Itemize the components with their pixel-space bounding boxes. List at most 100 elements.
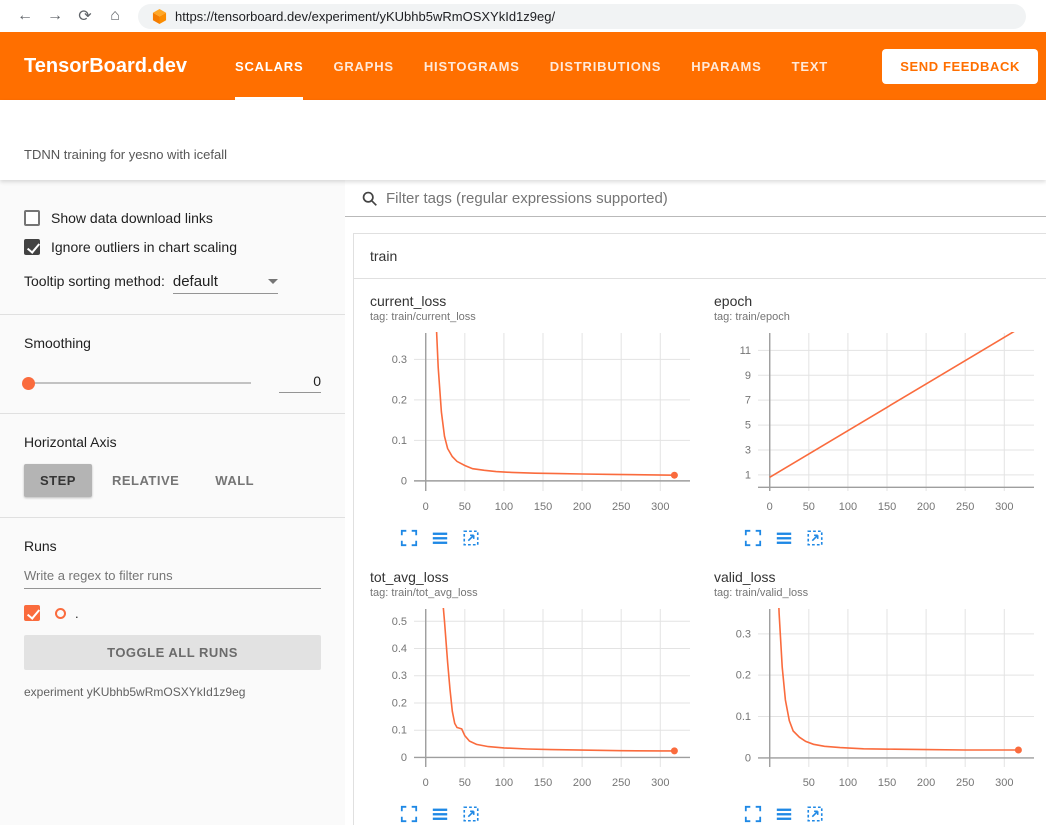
- svg-text:50: 50: [803, 777, 815, 789]
- reload-button[interactable]: ⟳: [70, 3, 100, 29]
- tab-text[interactable]: TEXT: [792, 32, 828, 100]
- tensorboard-favicon: [152, 9, 167, 24]
- chart-tag: tag: train/tot_avg_loss: [370, 587, 700, 599]
- toggle-all-runs-button[interactable]: TOGGLE ALL RUNS: [24, 635, 321, 670]
- run-name: .: [75, 606, 79, 621]
- forward-button[interactable]: →: [40, 3, 70, 29]
- experiment-description: TDNN training for yesno with icefall: [24, 147, 227, 162]
- svg-text:150: 150: [534, 777, 552, 789]
- back-icon: ←: [17, 7, 33, 25]
- forward-icon: →: [47, 7, 63, 25]
- divider: [0, 314, 345, 315]
- svg-text:3: 3: [745, 444, 751, 456]
- svg-text:0.3: 0.3: [392, 670, 407, 682]
- svg-text:0.2: 0.2: [736, 670, 751, 682]
- chart-plot[interactable]: 0501001502002503001357911: [714, 327, 1044, 527]
- home-button[interactable]: ⌂: [100, 3, 130, 29]
- show-download-links-checkbox-row[interactable]: Show data download links: [24, 210, 321, 226]
- svg-text:50: 50: [459, 777, 471, 789]
- tag-group-title[interactable]: train: [354, 234, 1046, 279]
- svg-text:11: 11: [740, 345, 751, 357]
- log-scale-icon[interactable]: [775, 805, 793, 823]
- ignore-outliers-label: Ignore outliers in chart scaling: [51, 239, 237, 255]
- svg-text:150: 150: [534, 501, 552, 513]
- tab-hparams[interactable]: HPARAMS: [691, 32, 761, 100]
- checkbox-unchecked-icon[interactable]: [24, 210, 40, 226]
- smoothing-label: Smoothing: [24, 335, 321, 351]
- svg-text:0: 0: [423, 501, 429, 513]
- log-scale-icon[interactable]: [431, 529, 449, 547]
- tag-filter-input[interactable]: [386, 190, 1030, 207]
- ignore-outliers-checkbox-row[interactable]: Ignore outliers in chart scaling: [24, 239, 321, 255]
- runs-label: Runs: [24, 538, 321, 554]
- svg-text:200: 200: [573, 777, 591, 789]
- tab-histograms[interactable]: HISTOGRAMS: [424, 32, 520, 100]
- tooltip-sorting-value: default: [173, 273, 260, 290]
- log-scale-icon[interactable]: [431, 805, 449, 823]
- tag-group-card: train current_loss tag: train/current_lo…: [353, 233, 1046, 825]
- fit-domain-icon[interactable]: [806, 805, 824, 823]
- chart-tag: tag: train/valid_loss: [714, 587, 1044, 599]
- chart-toolbar: [744, 805, 1044, 823]
- smoothing-slider[interactable]: [24, 382, 251, 384]
- chart-tag: tag: train/epoch: [714, 311, 1044, 323]
- smoothing-value[interactable]: 0: [279, 373, 321, 393]
- chart-toolbar: [400, 529, 700, 547]
- fit-domain-icon[interactable]: [806, 529, 824, 547]
- svg-text:0: 0: [401, 475, 407, 487]
- svg-text:50: 50: [459, 501, 471, 513]
- chart-toolbar: [400, 805, 700, 823]
- svg-text:250: 250: [956, 777, 974, 789]
- log-scale-icon[interactable]: [775, 529, 793, 547]
- svg-text:0.1: 0.1: [392, 725, 407, 737]
- chart-plot[interactable]: 5010015020025030000.10.20.3: [714, 603, 1044, 803]
- checkbox-checked-icon[interactable]: [24, 239, 40, 255]
- svg-text:300: 300: [995, 501, 1013, 513]
- tab-distributions[interactable]: DISTRIBUTIONS: [550, 32, 662, 100]
- chart-card-epoch: epoch tag: train/epoch 05010015020025030…: [714, 293, 1044, 547]
- send-feedback-button[interactable]: SEND FEEDBACK: [882, 49, 1038, 84]
- svg-text:7: 7: [745, 395, 751, 407]
- expand-chart-icon[interactable]: [744, 805, 762, 823]
- svg-text:0.1: 0.1: [736, 711, 751, 723]
- svg-text:0: 0: [767, 501, 773, 513]
- slider-thumb[interactable]: [22, 377, 35, 390]
- app-logo[interactable]: TensorBoard.dev: [24, 55, 187, 78]
- expand-chart-icon[interactable]: [744, 529, 762, 547]
- axis-wall-button[interactable]: WALL: [199, 464, 270, 497]
- run-list-item[interactable]: .: [24, 605, 321, 621]
- tab-scalars[interactable]: SCALARS: [235, 32, 303, 100]
- browser-toolbar: ← → ⟳ ⌂ https://tensorboard.dev/experime…: [0, 0, 1046, 32]
- chart-title: valid_loss: [714, 569, 1044, 585]
- chart-plot[interactable]: 05010015020025030000.10.20.3: [370, 327, 700, 527]
- run-checkbox-icon[interactable]: [24, 605, 40, 621]
- tab-graphs[interactable]: GRAPHS: [333, 32, 393, 100]
- fit-domain-icon[interactable]: [462, 529, 480, 547]
- run-color-swatch-icon: [55, 608, 66, 619]
- svg-text:0: 0: [745, 752, 751, 764]
- tooltip-sorting-dropdown[interactable]: default: [173, 273, 278, 294]
- chart-plot[interactable]: 05010015020025030000.10.20.30.40.5: [370, 603, 700, 803]
- tag-filter-row: [345, 180, 1046, 217]
- fit-domain-icon[interactable]: [462, 805, 480, 823]
- charts-grid: current_loss tag: train/current_loss 050…: [354, 279, 1046, 825]
- experiment-subheader: TDNN training for yesno with icefall: [0, 100, 1046, 180]
- expand-chart-icon[interactable]: [400, 529, 418, 547]
- svg-text:0.1: 0.1: [392, 435, 407, 447]
- svg-text:0.4: 0.4: [392, 643, 407, 655]
- svg-text:150: 150: [878, 501, 896, 513]
- url-text: https://tensorboard.dev/experiment/yKUbh…: [175, 9, 555, 24]
- axis-relative-button[interactable]: RELATIVE: [96, 464, 195, 497]
- chart-tag: tag: train/current_loss: [370, 311, 700, 323]
- runs-filter-input[interactable]: [24, 562, 321, 589]
- expand-chart-icon[interactable]: [400, 805, 418, 823]
- axis-step-button[interactable]: STEP: [24, 464, 92, 497]
- svg-text:250: 250: [956, 501, 974, 513]
- horizontal-axis-buttons: STEP RELATIVE WALL: [24, 464, 321, 497]
- svg-text:300: 300: [651, 777, 669, 789]
- chevron-down-icon: [268, 279, 278, 284]
- address-bar[interactable]: https://tensorboard.dev/experiment/yKUbh…: [138, 4, 1026, 29]
- svg-text:5: 5: [745, 420, 751, 432]
- back-button[interactable]: ←: [10, 3, 40, 29]
- chart-title: epoch: [714, 293, 1044, 309]
